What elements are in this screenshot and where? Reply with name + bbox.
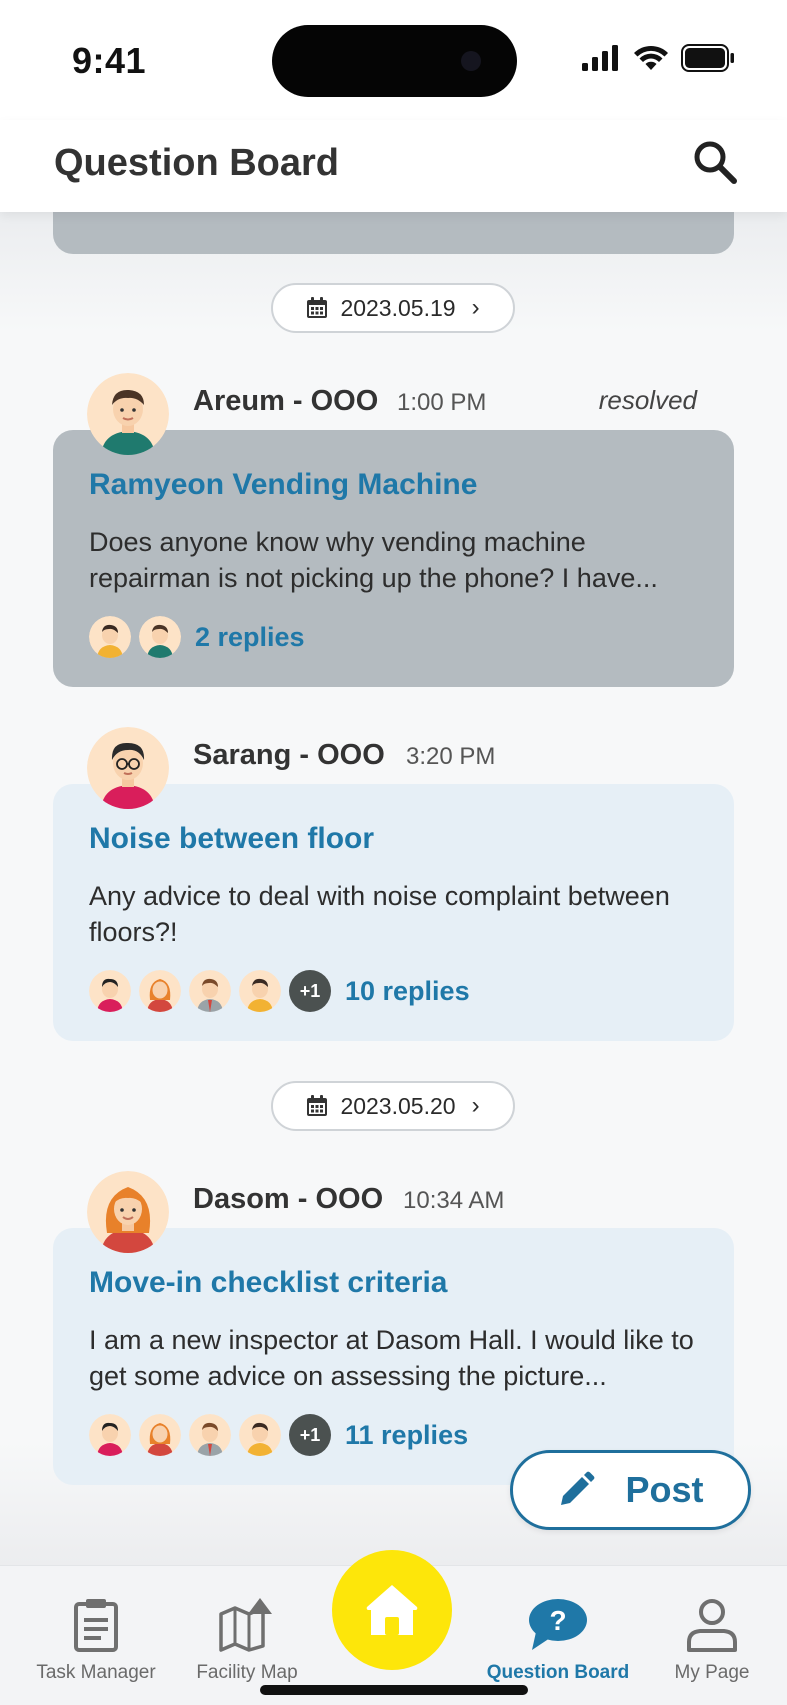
- more-repliers-badge: +1: [289, 970, 331, 1012]
- page-title: Question Board: [54, 142, 340, 184]
- clipboard-icon: [74, 1599, 118, 1652]
- replier-avatar: [139, 616, 181, 658]
- calendar-icon: [307, 297, 328, 318]
- wifi-icon: [633, 45, 668, 70]
- question-post[interactable]: Areum - OOO 1:00 PM resolved Ramyeon Ven…: [53, 373, 734, 693]
- nav-item-question-board[interactable]: ? Question Board: [478, 1586, 638, 1684]
- status-bar: 9:41: [0, 0, 787, 120]
- reply-count[interactable]: 2 replies: [195, 622, 305, 653]
- replier-avatar: [89, 1414, 131, 1456]
- author-name: Dasom - OOO: [193, 1183, 384, 1215]
- bottom-navigation: Task Manager Facility Map ? Question Boa…: [0, 1550, 787, 1705]
- search-icon: [694, 141, 737, 184]
- replier-avatar: [189, 970, 231, 1012]
- date-selector[interactable]: 2023.05.20 ›: [271, 1081, 515, 1131]
- author-avatar: [87, 727, 169, 809]
- home-button[interactable]: [332, 1550, 452, 1670]
- date-selector[interactable]: 2023.05.19 ›: [271, 283, 515, 333]
- author-name: Areum - OOO: [193, 385, 379, 417]
- reply-count[interactable]: 10 replies: [345, 976, 470, 1007]
- nav-label: My Page: [674, 1662, 750, 1683]
- search-button[interactable]: [687, 134, 743, 190]
- replies-row[interactable]: +1 10 replies: [89, 970, 470, 1012]
- question-post[interactable]: Dasom - OOO 10:34 AM Move-in checklist c…: [53, 1171, 734, 1491]
- home-indicator: [260, 1685, 528, 1695]
- home-icon: [366, 1585, 418, 1635]
- cellular-signal-icon: [582, 45, 619, 71]
- reply-count[interactable]: 11 replies: [345, 1420, 468, 1451]
- post-preview: Any advice to deal with noise complaint …: [89, 881, 670, 947]
- replier-avatar: [239, 1414, 281, 1456]
- nav-label: Task Manager: [36, 1662, 156, 1683]
- battery-icon: [681, 44, 734, 72]
- status-time: 9:41: [72, 40, 147, 81]
- post-title[interactable]: Ramyeon Vending Machine: [89, 468, 477, 502]
- question-post[interactable]: Sarang - OOO 3:20 PM Noise between floor…: [53, 727, 734, 1047]
- author-avatar: [87, 1171, 169, 1253]
- replier-avatar: [139, 970, 181, 1012]
- nav-label: Question Board: [486, 1662, 630, 1683]
- chevron-right-icon: ›: [471, 294, 480, 321]
- post-preview: Does anyone know why vending machine rep…: [89, 527, 658, 593]
- map-icon: [219, 1598, 272, 1652]
- post-card[interactable]: Ramyeon Vending Machine Does anyone know…: [53, 430, 734, 687]
- post-title[interactable]: Noise between floor: [89, 822, 374, 856]
- replier-avatar: [239, 970, 281, 1012]
- dynamic-island: [272, 25, 517, 97]
- more-repliers-badge: +1: [289, 1414, 331, 1456]
- author-name: Sarang - OOO: [193, 739, 385, 771]
- post-title[interactable]: Move-in checklist criteria: [89, 1266, 447, 1300]
- status-icons: [582, 44, 735, 80]
- app-header: Question Board: [0, 120, 787, 212]
- calendar-icon: [307, 1095, 328, 1116]
- person-icon: [687, 1599, 737, 1652]
- status-badge: resolved: [598, 385, 697, 415]
- pencil-icon: [561, 1471, 595, 1505]
- replier-avatar: [89, 616, 131, 658]
- question-feed[interactable]: 2023.05.19 › Areum - OOO 1:00 PM resolve…: [0, 212, 787, 1565]
- nav-item-my-page[interactable]: My Page: [632, 1586, 787, 1684]
- post-time: 3:20 PM: [406, 743, 496, 770]
- post-time: 1:00 PM: [397, 389, 487, 416]
- replies-row[interactable]: 2 replies: [89, 616, 305, 658]
- date-label: 2023.05.20: [340, 1092, 456, 1119]
- post-card[interactable]: Move-in checklist criteria I am a new in…: [53, 1228, 734, 1485]
- replies-row[interactable]: +1 11 replies: [89, 1414, 468, 1456]
- new-post-button[interactable]: Post: [510, 1450, 751, 1530]
- previous-post-card[interactable]: [53, 212, 734, 254]
- chevron-right-icon: ›: [471, 1092, 480, 1119]
- post-card[interactable]: Noise between floor Any advice to deal w…: [53, 784, 734, 1041]
- post-time: 10:34 AM: [403, 1187, 505, 1214]
- nav-item-facility-map[interactable]: Facility Map: [167, 1586, 327, 1684]
- replier-avatar: [189, 1414, 231, 1456]
- question-bubble-icon: ?: [529, 1599, 587, 1650]
- nav-label: Facility Map: [196, 1662, 298, 1683]
- post-preview: I am a new inspector at Dasom Hall. I wo…: [89, 1325, 694, 1391]
- svg-text:?: ?: [549, 1605, 566, 1636]
- nav-item-task-manager[interactable]: Task Manager: [16, 1586, 176, 1684]
- date-label: 2023.05.19: [340, 294, 456, 321]
- new-post-label: Post: [625, 1469, 704, 1510]
- author-avatar: [87, 373, 169, 455]
- replier-avatar: [139, 1414, 181, 1456]
- replier-avatar: [89, 970, 131, 1012]
